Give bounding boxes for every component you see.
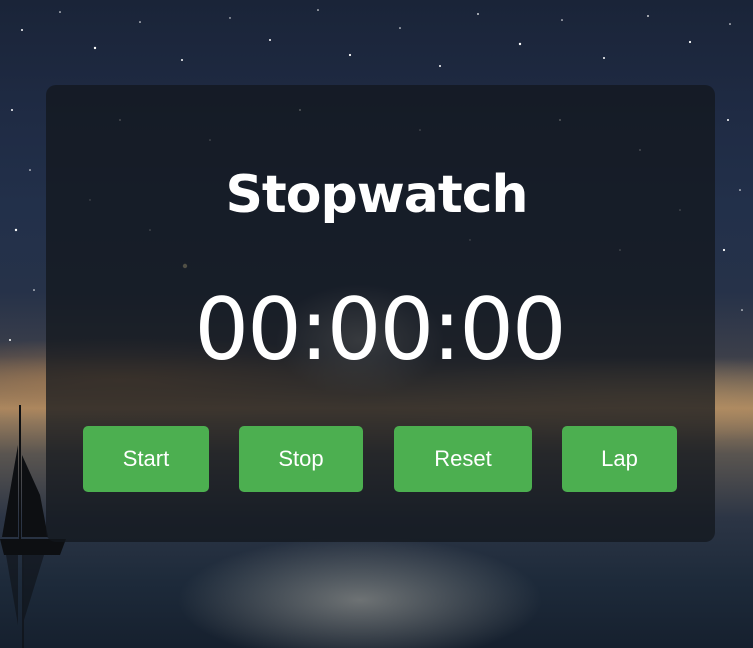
background-scene: Stopwatch 00:00:00 Start Stop Reset Lap <box>0 0 753 648</box>
app-title: Stopwatch <box>225 165 528 225</box>
lap-button[interactable]: Lap <box>562 426 677 492</box>
time-display: 00:00:00 <box>194 280 566 380</box>
reset-button[interactable]: Reset <box>394 426 532 492</box>
stop-button[interactable]: Stop <box>239 426 363 492</box>
start-button[interactable]: Start <box>83 426 209 492</box>
